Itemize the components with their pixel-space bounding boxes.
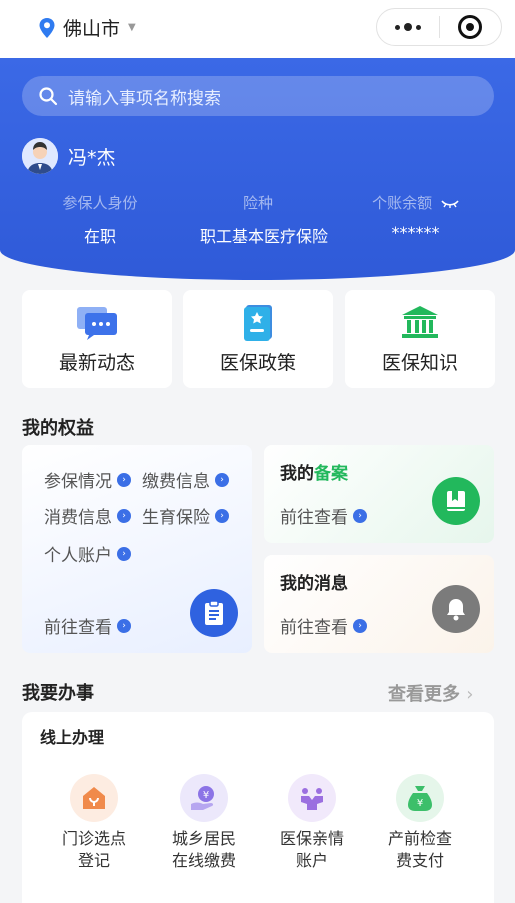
hand-yuan-icon: ¥ <box>180 774 228 822</box>
stat-insurance-type: 险种 职工基本医疗保险 <box>200 192 329 247</box>
service-label: 门诊选点 登记 <box>61 829 126 870</box>
svg-text:¥: ¥ <box>417 798 423 809</box>
arrow-right-icon: › <box>117 546 131 561</box>
rights-card: 参保情况 › 缴费信息 › 消费信息 › 生育保险 › 个人账户 › 前往查看 … <box>22 445 252 653</box>
rights-link-payment[interactable]: 缴费信息 › <box>142 467 229 492</box>
stat-label-row: 个账余额 <box>316 192 515 213</box>
view-more-link[interactable]: 查看更多 › <box>388 680 473 706</box>
title-prefix: 我的 <box>280 464 314 484</box>
quick-latest-news[interactable]: 最新动态 <box>22 290 172 388</box>
more-menu-button[interactable] <box>377 23 439 31</box>
stat-label: 险种 <box>242 194 273 212</box>
mini-program-capsule <box>376 8 502 46</box>
clipboard-icon <box>190 589 238 637</box>
stat-label: 参保人身份 <box>62 194 138 212</box>
arrow-right-icon: › <box>117 618 131 633</box>
family-icon <box>288 774 336 822</box>
link-label: 缴费信息 <box>142 472 210 492</box>
search-icon <box>39 87 58 106</box>
rights-link-maternity[interactable]: 生育保险 › <box>142 503 229 528</box>
more-dot-icon <box>415 24 421 30</box>
rights-link-enrollment[interactable]: 参保情况 › <box>44 467 131 492</box>
quick-label: 医保政策 <box>219 352 296 374</box>
arrow-right-icon: › <box>353 508 367 523</box>
avatar <box>22 138 58 174</box>
service-prenatal-payment[interactable]: ¥ 产前检查 费支付 <box>370 774 470 872</box>
messages-go-button[interactable]: 前往查看 › <box>280 613 367 638</box>
messages-title: 我的消息 <box>280 574 348 594</box>
title-highlight: 备案 <box>314 464 348 484</box>
filing-go-button[interactable]: 前往查看 › <box>280 503 367 528</box>
messages-card[interactable]: 我的消息 前往查看 › <box>264 555 494 653</box>
city-name: 佛山市 <box>63 18 121 40</box>
money-bag-icon: ¥ <box>396 774 444 822</box>
stat-label: 个账余额 <box>372 194 433 212</box>
quick-knowledge[interactable]: 医保知识 <box>345 290 495 388</box>
user-name: 冯*杰 <box>68 146 116 169</box>
service-label: 城乡居民 在线缴费 <box>171 829 236 870</box>
city-selector[interactable]: 佛山市 ▼ <box>38 14 136 41</box>
service-label: 产前检查 费支付 <box>387 829 452 870</box>
bell-icon <box>432 585 480 633</box>
rights-go-button[interactable]: 前往查看 › <box>44 613 131 638</box>
service-label: 医保亲情 账户 <box>279 829 344 870</box>
stat-value: 在职 <box>83 227 116 246</box>
link-label: 个人账户 <box>44 546 112 566</box>
arrow-right-icon: › <box>117 508 131 523</box>
quick-policy[interactable]: 医保政策 <box>183 290 333 388</box>
arrow-right-icon: › <box>117 472 131 487</box>
document-icon <box>236 304 280 341</box>
link-label: 消费信息 <box>44 508 112 528</box>
user-info: 冯*杰 <box>22 138 116 174</box>
location-pin-icon <box>39 17 55 38</box>
stat-identity: 参保人身份 在职 <box>0 192 200 247</box>
svg-text:¥: ¥ <box>203 790 209 801</box>
arrow-right-icon: › <box>215 508 229 523</box>
go-label: 前往查看 <box>280 508 348 528</box>
go-label: 前往查看 <box>44 618 112 638</box>
chevron-down-icon: ▼ <box>128 22 136 33</box>
bank-icon <box>398 304 442 340</box>
stat-value: 职工基本医疗保险 <box>200 227 329 246</box>
link-label: 参保情况 <box>44 472 112 492</box>
quick-label: 最新动态 <box>58 352 135 374</box>
rights-link-consumption[interactable]: 消费信息 › <box>44 503 131 528</box>
service-family-account[interactable]: 医保亲情 账户 <box>262 774 362 872</box>
arrow-right-icon: › <box>353 618 367 633</box>
filing-card[interactable]: 我的备案 前往查看 › <box>264 445 494 543</box>
online-services-title: 线上办理 <box>40 728 105 747</box>
book-icon <box>432 477 480 525</box>
link-label: 生育保险 <box>142 508 210 528</box>
eye-closed-icon[interactable] <box>441 199 459 209</box>
service-resident-payment[interactable]: ¥ 城乡居民 在线缴费 <box>154 774 254 872</box>
filing-title: 我的备案 <box>280 459 348 484</box>
chat-icon <box>75 304 119 340</box>
chevron-right-icon: › <box>466 684 474 705</box>
quick-label: 医保知识 <box>381 352 458 374</box>
tasks-section-title: 我要办事 <box>22 683 94 704</box>
online-services-card: 线上办理 门诊选点 登记 ¥ 城乡居民 在线缴费 医保亲情 账户 ¥ 产前检查 … <box>22 712 494 903</box>
rights-section-title: 我的权益 <box>22 418 94 439</box>
go-label: 前往查看 <box>280 618 348 638</box>
search-input[interactable]: 请输入事项名称搜索 <box>22 76 494 116</box>
target-icon <box>458 15 483 39</box>
service-outpatient-registration[interactable]: 门诊选点 登记 <box>44 774 144 872</box>
top-bar: 佛山市 ▼ <box>0 0 515 58</box>
stat-value: ****** <box>391 223 440 242</box>
search-placeholder: 请输入事项名称搜索 <box>68 88 221 109</box>
house-icon <box>70 774 118 822</box>
rights-link-account[interactable]: 个人账户 › <box>44 541 131 566</box>
view-more-label: 查看更多 <box>388 684 460 705</box>
arrow-right-icon: › <box>215 472 229 487</box>
close-mini-program-button[interactable] <box>439 15 501 39</box>
insurance-stats: 参保人身份 在职 险种 职工基本医疗保险 个账余额 ****** <box>0 192 515 247</box>
more-dot-icon <box>403 23 412 31</box>
user-header: 请输入事项名称搜索 冯*杰 参保人身份 在职 险种 职工基本医疗保险 个账余额 <box>0 58 515 280</box>
more-dot-icon <box>394 24 400 30</box>
stat-balance: 个账余额 ****** <box>316 192 515 247</box>
